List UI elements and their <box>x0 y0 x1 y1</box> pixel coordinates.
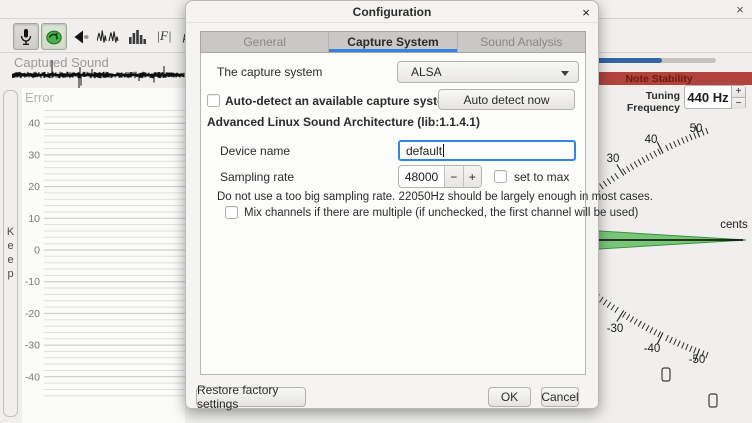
tab-general[interactable]: General <box>201 32 329 52</box>
waveform-icon <box>97 28 119 45</box>
tab-sound-analysis[interactable]: Sound Analysis <box>458 32 585 52</box>
restore-factory-settings-button[interactable]: Restore factory settings <box>196 387 306 407</box>
tuning-frequency-value[interactable]: 440 Hz <box>685 86 731 108</box>
chevron-down-icon <box>561 71 569 76</box>
svg-text:-30: -30 <box>25 340 40 352</box>
svg-text:-10: -10 <box>25 276 40 288</box>
svg-text:30: 30 <box>28 149 40 161</box>
mix-channels-label: Mix channels if there are multiple (if u… <box>244 207 638 219</box>
waveform-view-button[interactable] <box>96 26 120 47</box>
svg-text:-40: -40 <box>25 371 40 383</box>
dialog-content: The capture system ALSA Auto-detect an a… <box>200 53 586 375</box>
fourier-icon: |F| <box>156 28 171 44</box>
speaker-mute-button[interactable] <box>70 26 92 47</box>
fmit-main-window: × <box>0 0 752 423</box>
close-icon: × <box>582 5 590 20</box>
microphone-icon <box>19 28 33 46</box>
tab-capture-system[interactable]: Capture System <box>329 32 457 52</box>
note-stability-label: Note Stability <box>625 73 692 85</box>
main-close-button[interactable]: × <box>731 1 749 18</box>
svg-text:-20: -20 <box>25 308 40 320</box>
capture-system-value: ALSA <box>411 65 442 79</box>
capture-system-dropdown[interactable]: ALSA <box>397 61 579 83</box>
sampling-rate-spinbox[interactable]: 48000 − + <box>398 165 482 188</box>
alsa-section-heading: Advanced Linux Sound Architecture (lib:1… <box>207 115 480 129</box>
svg-text:40: 40 <box>28 118 40 130</box>
speaker-mute-icon <box>72 28 90 46</box>
svg-text:50: 50 <box>690 123 703 135</box>
volume-fill <box>588 58 662 63</box>
sampling-rate-value[interactable]: 48000 <box>399 166 444 187</box>
mic-volume-bar <box>588 58 716 63</box>
sampling-rate-label: Sampling rate <box>220 170 294 184</box>
close-icon: × <box>736 2 744 17</box>
error-plot: 40 30 20 10 0 -10 -20 -30 -40 <box>22 88 185 423</box>
tuning-frequency-spinbox[interactable]: 440 Hz + − <box>684 85 746 109</box>
device-name-label: Device name <box>220 144 290 158</box>
tuning-frequency-label: Tuning Frequency <box>596 90 680 114</box>
error-plot-title: Error <box>25 90 54 105</box>
set-to-max-label: set to max <box>514 170 569 184</box>
capture-toggle-button[interactable] <box>13 23 39 50</box>
ok-button[interactable]: OK <box>488 387 531 407</box>
tuner-toggle-button[interactable] <box>41 23 67 50</box>
mix-channels-checkbox[interactable] <box>225 206 238 219</box>
captured-sound-waveform <box>12 58 185 92</box>
fourier-view-button[interactable]: |F| <box>152 25 176 47</box>
sampling-rate-increase-button[interactable]: + <box>463 166 482 187</box>
device-name-input[interactable]: default <box>398 140 576 161</box>
keep-button[interactable]: Keep <box>3 90 18 417</box>
svg-text:-30: -30 <box>607 323 624 335</box>
device-name-value: default <box>406 144 442 158</box>
svg-text:-40: -40 <box>644 343 661 355</box>
dialog-title: Configuration <box>186 1 598 23</box>
tuning-frequency-increase-button[interactable]: + <box>732 86 745 97</box>
cancel-button[interactable]: Cancel <box>541 387 579 407</box>
sampling-rate-decrease-button[interactable]: − <box>444 166 463 187</box>
dialog-tabbar: General Capture System Sound Analysis <box>200 31 586 53</box>
text-caret <box>443 144 444 157</box>
autodetect-checkbox[interactable] <box>207 94 220 107</box>
svg-text:cents: cents <box>720 219 748 231</box>
auto-detect-now-button[interactable]: Auto detect now <box>438 89 575 110</box>
svg-text:0: 0 <box>34 245 40 257</box>
tuning-frequency-decrease-button[interactable]: − <box>732 97 745 109</box>
histogram-view-button[interactable] <box>126 27 148 46</box>
configuration-dialog: Configuration × General Capture System S… <box>185 0 599 409</box>
histogram-icon <box>128 29 147 45</box>
svg-text:30: 30 <box>607 153 620 165</box>
svg-text:40: 40 <box>645 134 658 146</box>
svg-text:10: 10 <box>28 213 40 225</box>
svg-text:20: 20 <box>28 181 40 193</box>
svg-text:-50: -50 <box>689 354 706 366</box>
dialog-close-button[interactable]: × <box>577 4 595 20</box>
set-to-max-checkbox[interactable] <box>494 170 507 183</box>
capture-system-label: The capture system <box>217 65 322 79</box>
sampling-note-text: Do not use a too big sampling rate. 2205… <box>217 191 653 203</box>
fmit-tuner-icon <box>45 28 63 46</box>
